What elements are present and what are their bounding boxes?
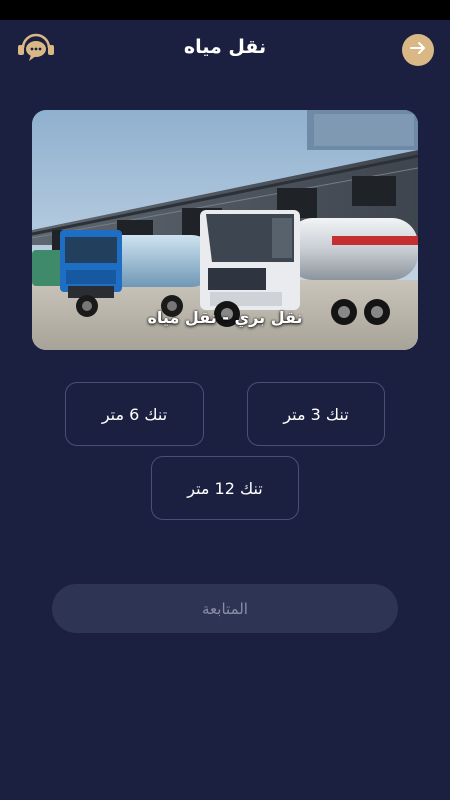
hero-caption: نقل بري - نقل مياه [147,308,303,327]
option-tank-6m[interactable]: تنك 6 متر [65,382,204,446]
option-tank-3m[interactable]: تنك 3 متر [247,382,385,446]
status-bar [0,0,450,20]
forward-button[interactable] [402,34,434,66]
continue-button[interactable]: المتابعة [52,584,398,633]
option-tank-12m[interactable]: تنك 12 متر [151,456,299,520]
arrow-right-icon [409,39,427,61]
header: نقل مياه [0,20,450,80]
page-title: نقل مياه [183,36,267,58]
hero-image: نقل بري - نقل مياه [32,110,418,350]
